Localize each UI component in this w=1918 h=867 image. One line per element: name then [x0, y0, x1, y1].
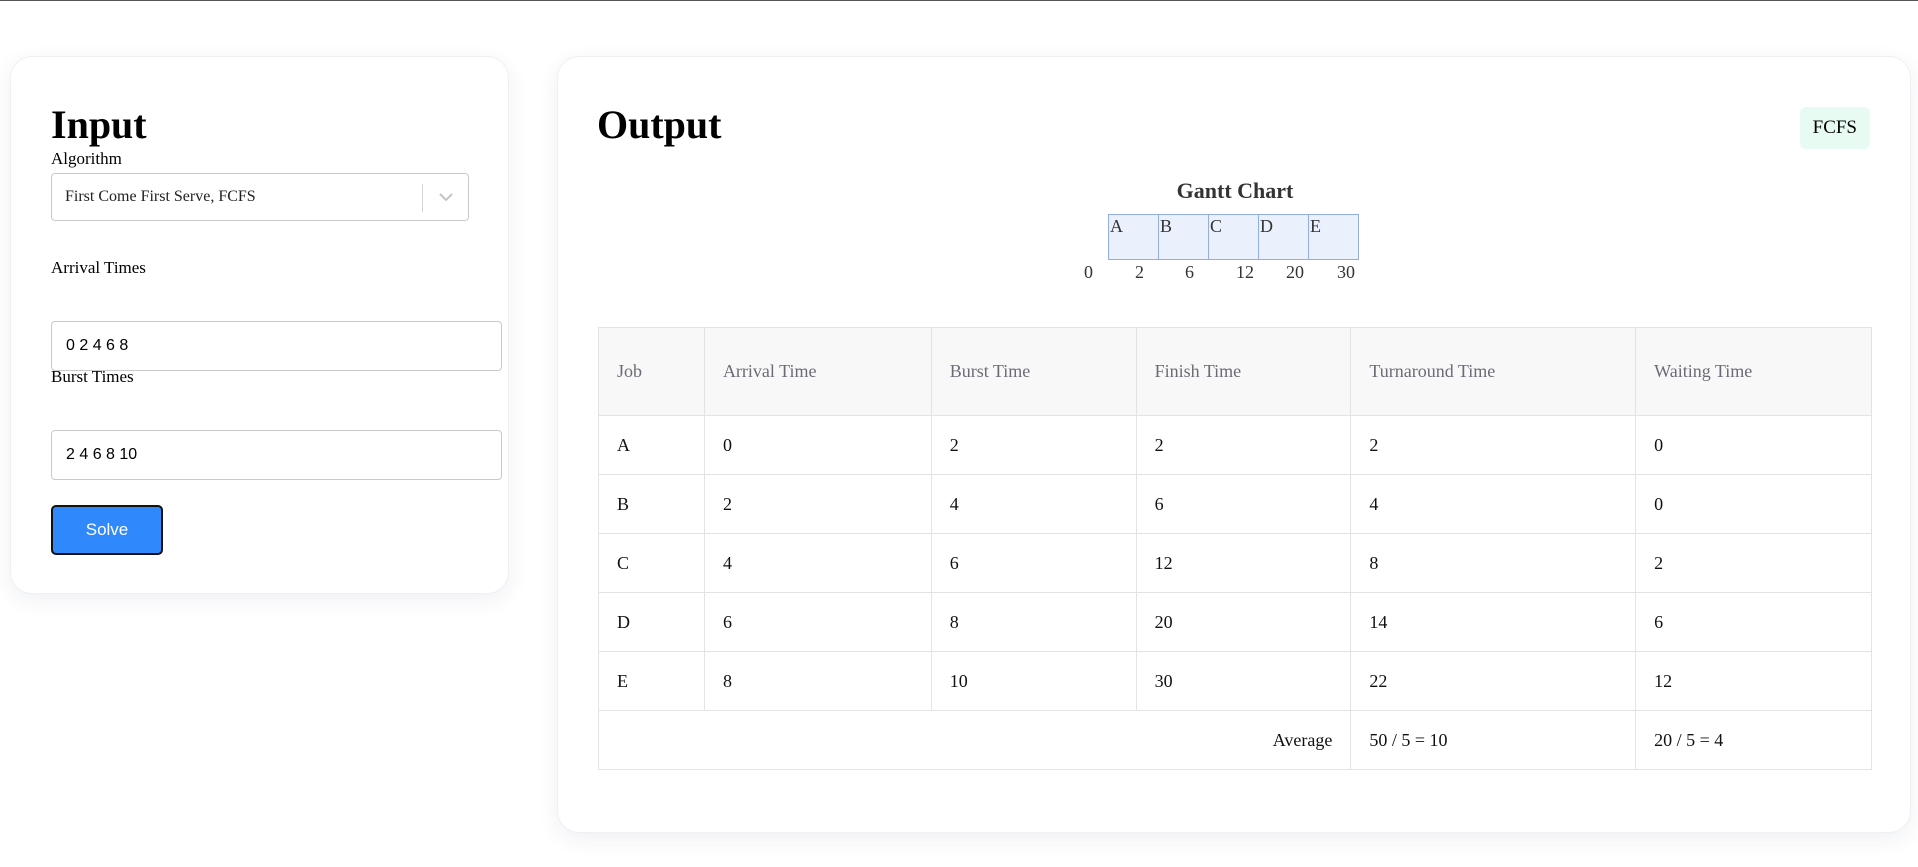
cell-finish-time: 6 [1135, 474, 1352, 534]
cell-turnaround-time: 14 [1350, 592, 1637, 652]
table-row: E 8 10 30 22 12 [598, 651, 1872, 711]
cell-turnaround-time: 22 [1350, 651, 1637, 711]
cell-burst-time: 4 [930, 474, 1137, 534]
output-panel: Output FCFS Gantt Chart A B C D E 0 2 6 … [557, 56, 1911, 833]
header-job: Job [598, 327, 705, 416]
select-separator [422, 184, 423, 212]
gantt-segment: B [1158, 214, 1209, 260]
cell-burst-time: 10 [930, 651, 1137, 711]
gantt-tick: 2 [1135, 262, 1144, 282]
cell-turnaround-time: 4 [1350, 474, 1637, 534]
cell-waiting-time: 0 [1635, 474, 1872, 534]
table-row: A 0 2 2 2 0 [598, 415, 1872, 475]
gantt-tick: 20 [1286, 262, 1304, 282]
cell-arrival-time: 4 [703, 533, 932, 593]
table-header-row: Job Arrival Time Burst Time Finish Time … [598, 327, 1872, 416]
cell-burst-time: 6 [930, 533, 1137, 593]
header-arrival-time: Arrival Time [703, 327, 932, 416]
output-title: Output [597, 102, 722, 147]
average-waiting: 20 / 5 = 4 [1635, 710, 1872, 770]
arrival-times-label: Arrival Times [51, 258, 146, 277]
arrival-times-input[interactable] [51, 321, 502, 371]
input-panel: Input Algorithm First Come First Serve, … [10, 56, 509, 594]
cell-turnaround-time: 2 [1350, 415, 1637, 475]
cell-job: B [598, 474, 705, 534]
cell-arrival-time: 2 [703, 474, 932, 534]
gantt-job-label: D [1260, 216, 1273, 236]
header-burst-time: Burst Time [930, 327, 1137, 416]
algorithm-label: Algorithm [51, 149, 122, 168]
gantt-chart: A B C D E [1108, 214, 1359, 260]
cell-waiting-time: 2 [1635, 533, 1872, 593]
cell-arrival-time: 8 [703, 651, 932, 711]
gantt-job-label: B [1160, 216, 1173, 236]
gantt-tick: 30 [1337, 262, 1355, 282]
gantt-tick: 6 [1185, 262, 1194, 282]
input-title: Input [51, 102, 147, 147]
average-row: Average 50 / 5 = 10 20 / 5 = 4 [597, 710, 1872, 770]
cell-turnaround-time: 8 [1350, 533, 1637, 593]
solve-button[interactable]: Solve [51, 505, 163, 555]
table-row: D 6 8 20 14 6 [598, 592, 1872, 652]
header-waiting-time: Waiting Time [1635, 327, 1872, 416]
top-rule [0, 0, 1918, 1]
cell-burst-time: 2 [930, 415, 1137, 475]
cell-arrival-time: 0 [703, 415, 932, 475]
burst-times-label: Burst Times [51, 367, 134, 386]
cell-burst-time: 8 [930, 592, 1137, 652]
average-turnaround: 50 / 5 = 10 [1350, 710, 1637, 770]
gantt-job-label: E [1310, 216, 1321, 236]
cell-finish-time: 30 [1135, 651, 1352, 711]
cell-job: C [598, 533, 705, 593]
cell-finish-time: 20 [1135, 592, 1352, 652]
gantt-segment: A [1108, 214, 1159, 260]
algorithm-select-value: First Come First Serve, FCFS [65, 188, 256, 205]
table-row: B 2 4 6 4 0 [598, 474, 1872, 534]
gantt-job-label: C [1210, 216, 1223, 236]
gantt-job-label: A [1110, 216, 1123, 236]
burst-times-input[interactable] [51, 430, 502, 480]
cell-job: D [598, 592, 705, 652]
header-finish-time: Finish Time [1135, 327, 1352, 416]
algorithm-select[interactable]: First Come First Serve, FCFS [51, 173, 469, 221]
cell-job: E [598, 651, 705, 711]
gantt-time-axis: 0 2 6 12 20 30 [558, 262, 1912, 286]
chevron-down-icon[interactable] [436, 187, 456, 207]
average-label: Average [597, 710, 1352, 770]
algorithm-badge: FCFS [1799, 107, 1870, 149]
table-row: C 4 6 12 8 2 [598, 533, 1872, 593]
gantt-segment: E [1308, 214, 1359, 260]
gantt-chart-title: Gantt Chart [1176, 178, 1294, 203]
cell-waiting-time: 6 [1635, 592, 1872, 652]
cell-arrival-time: 6 [703, 592, 932, 652]
cell-finish-time: 12 [1135, 533, 1352, 593]
results-table: Job Arrival Time Burst Time Finish Time … [597, 327, 1872, 770]
cell-waiting-time: 12 [1635, 651, 1872, 711]
cell-job: A [598, 415, 705, 475]
gantt-tick: 12 [1236, 262, 1254, 282]
cell-waiting-time: 0 [1635, 415, 1872, 475]
cell-finish-time: 2 [1135, 415, 1352, 475]
gantt-tick: 0 [1084, 262, 1093, 282]
header-turnaround-time: Turnaround Time [1350, 327, 1637, 416]
gantt-segment: C [1208, 214, 1259, 260]
gantt-segment: D [1258, 214, 1309, 260]
